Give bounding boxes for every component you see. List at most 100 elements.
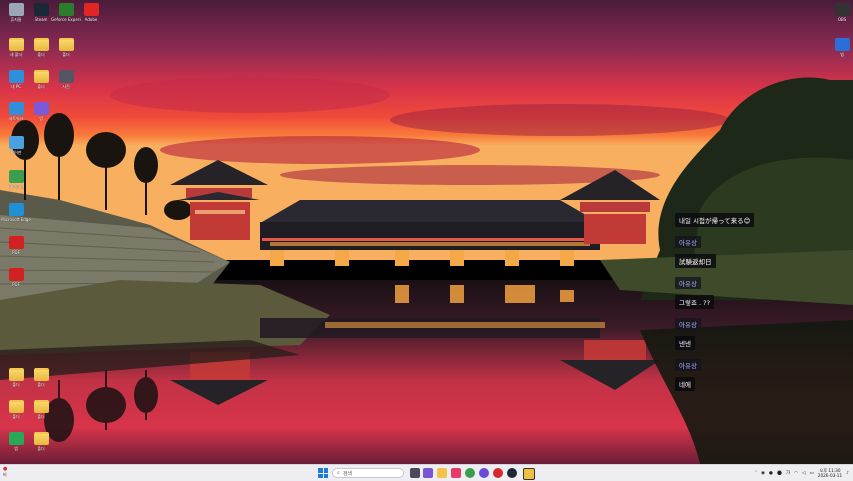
chat-username: 아유상 bbox=[675, 359, 701, 371]
clock-date: 2026-03-11 bbox=[817, 473, 843, 478]
icon-label: 내 PC bbox=[10, 84, 22, 89]
desktop-icon-17[interactable]: 폴더 bbox=[3, 368, 29, 387]
icon-label: 폴더 bbox=[37, 84, 45, 89]
app-icon bbox=[58, 3, 74, 16]
battery-icon[interactable]: ▭ bbox=[810, 471, 814, 476]
chat-overlay: 내일 시험が帰って来る😊 아유상 試験返却日 아유상 그렇죠 . ?? 아유상 넨넨 아유상 네… bbox=[675, 208, 775, 394]
desktop-icon-20[interactable]: 폴더 bbox=[28, 400, 54, 419]
desktop-icon-0[interactable]: 휴지통 bbox=[3, 3, 29, 22]
icon-label: Microsoft Edge bbox=[1, 217, 31, 222]
icon-label: PDF bbox=[12, 250, 20, 255]
desktop-icon-right-1[interactable]: 앱 bbox=[829, 38, 853, 57]
taskbar-search-box[interactable]: ⌕ 검색 bbox=[332, 468, 404, 478]
desktop-icon-14[interactable]: Microsoft Edge bbox=[1, 203, 31, 222]
desktop-icon-2[interactable]: Geforce Experience bbox=[51, 3, 81, 22]
volume-icon[interactable]: ◁ bbox=[802, 471, 805, 476]
desktop-icon-3[interactable]: Adobe bbox=[78, 3, 104, 22]
widgets-icon[interactable] bbox=[423, 468, 433, 478]
chrome-icon[interactable] bbox=[465, 468, 475, 478]
app-icon bbox=[8, 70, 24, 83]
desktop-icon-10[interactable]: 네트워크 bbox=[3, 102, 29, 121]
search-placeholder: 검색 bbox=[342, 470, 353, 477]
tray-icon-2[interactable]: ● bbox=[769, 471, 773, 476]
chat-message: 내일 시험が帰って来る😊 bbox=[675, 208, 775, 227]
desktop-icon-15[interactable]: PDF bbox=[3, 236, 29, 255]
taskbar: ● 비 ⌕ 검색 ˄ ◉ ● ⬤ 가 ◠ ◁ ▭ 오후 11:30 2026-0… bbox=[0, 464, 853, 481]
icon-label: 제어판 bbox=[10, 150, 22, 155]
app-icon-4[interactable] bbox=[523, 468, 535, 480]
app-icon bbox=[8, 236, 24, 249]
chat-message: 아유상 試験返却日 bbox=[675, 230, 775, 268]
tray-icon-3[interactable]: ⬤ bbox=[777, 471, 782, 476]
app-icon bbox=[8, 102, 24, 115]
icon-label: 폴더 bbox=[12, 414, 20, 419]
app-icon bbox=[8, 136, 24, 149]
desktop-icon-7[interactable]: 내 PC bbox=[3, 70, 29, 89]
app-icon bbox=[8, 432, 24, 445]
folder-icon bbox=[33, 368, 49, 381]
notification-bell-icon[interactable]: ♪ bbox=[846, 471, 849, 476]
icon-label: 휴지통 bbox=[10, 17, 22, 22]
desktop-icon-11[interactable]: 앱 bbox=[28, 102, 54, 121]
app-icon bbox=[8, 203, 24, 216]
app-icon bbox=[33, 102, 49, 115]
clock[interactable]: 오후 11:30 2026-03-11 bbox=[818, 468, 842, 478]
folder-icon bbox=[33, 432, 49, 445]
folder-icon bbox=[33, 400, 49, 413]
icon-label: 새 폴더 bbox=[9, 52, 23, 57]
language-icon[interactable]: 가 bbox=[786, 470, 790, 476]
chat-text: 그렇죠 . ?? bbox=[675, 295, 715, 309]
wifi-icon[interactable]: ◠ bbox=[794, 471, 798, 476]
desktop-icon-19[interactable]: 폴더 bbox=[3, 400, 29, 419]
search-icon: ⌕ bbox=[337, 470, 340, 476]
desktop-icon-22[interactable]: 폴더 bbox=[28, 432, 54, 451]
icon-label: 앱 bbox=[14, 446, 18, 451]
icon-label: 사진 bbox=[62, 84, 70, 89]
folder-icon bbox=[8, 368, 24, 381]
app-icon-2[interactable] bbox=[479, 468, 489, 478]
file-explorer-icon[interactable] bbox=[437, 468, 447, 478]
folder-icon bbox=[8, 400, 24, 413]
folder-icon bbox=[33, 38, 49, 51]
chat-message: 아유상 넨넨 bbox=[675, 312, 775, 350]
app-icon bbox=[834, 38, 850, 51]
desktop-icon-21[interactable]: 앱 bbox=[3, 432, 29, 451]
app-icon bbox=[58, 70, 74, 83]
app-icon-1[interactable] bbox=[451, 468, 461, 478]
chat-text: 넨넨 bbox=[675, 336, 695, 350]
desktop: 휴지통SteamGeforce ExperienceAdobe새 폴더폴더폴더내… bbox=[0, 0, 853, 464]
icon-label: PDF bbox=[12, 282, 20, 287]
desktop-icon-12[interactable]: 제어판 bbox=[3, 136, 29, 155]
desktop-icon-8[interactable]: 폴더 bbox=[28, 70, 54, 89]
desktop-icon-6[interactable]: 폴더 bbox=[53, 38, 79, 57]
desktop-icon-4[interactable]: 새 폴더 bbox=[3, 38, 29, 57]
app-icon-3[interactable] bbox=[493, 468, 503, 478]
task-view-icon[interactable] bbox=[410, 468, 420, 478]
desktop-icon-18[interactable]: 폴더 bbox=[28, 368, 54, 387]
steam-icon[interactable] bbox=[507, 468, 517, 478]
chat-text: 내일 시험が帰って来る😊 bbox=[675, 213, 755, 227]
folder-icon bbox=[58, 38, 74, 51]
chevron-up-icon[interactable]: ˄ bbox=[755, 471, 757, 476]
chat-text: 네에 bbox=[675, 377, 695, 391]
desktop-icon-13[interactable]: Chrome bbox=[3, 170, 29, 189]
chat-username: 아유상 bbox=[675, 236, 701, 248]
weather-widget[interactable]: ● 비 bbox=[3, 467, 7, 478]
desktop-icon-right-0[interactable]: OBS bbox=[829, 3, 853, 22]
folder-icon bbox=[33, 70, 49, 83]
windows-start-button[interactable] bbox=[318, 468, 328, 478]
desktop-icon-9[interactable]: 사진 bbox=[53, 70, 79, 89]
tray-icon-1[interactable]: ◉ bbox=[761, 471, 765, 476]
icon-label: 폴더 bbox=[62, 52, 70, 57]
icon-label: Chrome bbox=[8, 184, 24, 189]
desktop-icon-5[interactable]: 폴더 bbox=[28, 38, 54, 57]
icon-label: 폴더 bbox=[37, 446, 45, 451]
app-icon bbox=[8, 170, 24, 183]
app-icon bbox=[8, 3, 24, 16]
app-icon bbox=[83, 3, 99, 16]
chat-text: 試験返却日 bbox=[675, 254, 716, 268]
icon-label: 앱 bbox=[840, 52, 844, 57]
app-icon bbox=[8, 268, 24, 281]
app-icon bbox=[33, 3, 49, 16]
desktop-icon-16[interactable]: PDF bbox=[3, 268, 29, 287]
